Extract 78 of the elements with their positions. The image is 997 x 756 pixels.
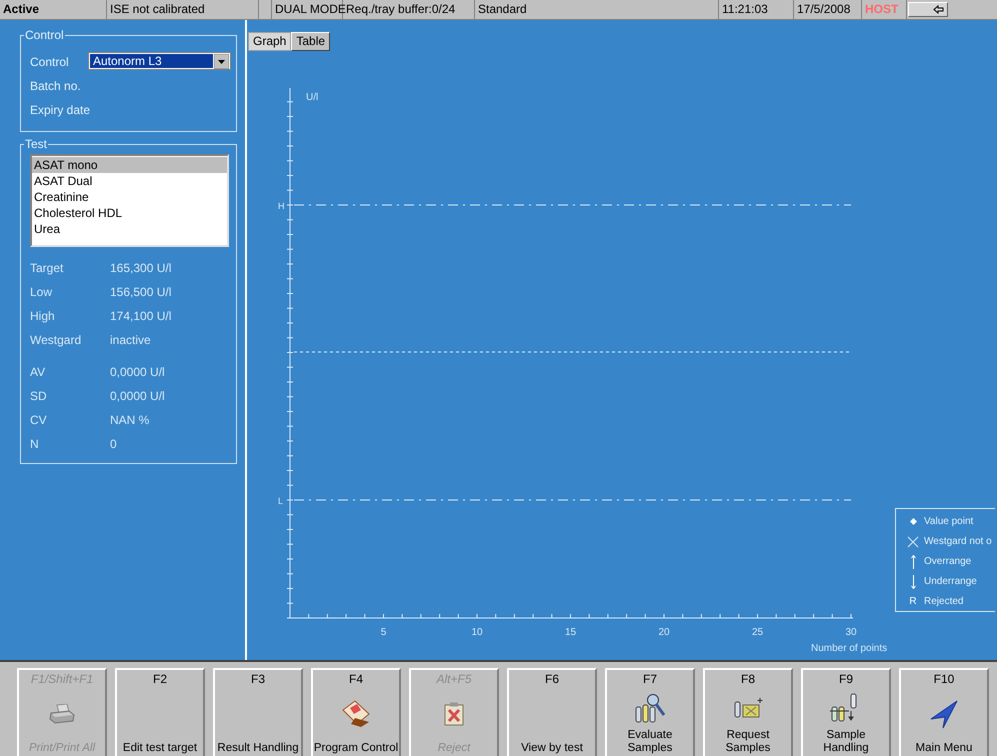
group-title: Control: [24, 28, 65, 42]
test-tube-box-icon: [733, 696, 763, 718]
function-key-button[interactable]: F6 View by test: [507, 668, 597, 756]
x-tick-label: 20: [658, 627, 670, 638]
cross-icon: [907, 536, 919, 548]
field-label: SD: [30, 388, 48, 405]
button-label: Edit test target: [122, 742, 198, 756]
field-label: Control: [30, 54, 69, 71]
key-label: F9: [838, 672, 853, 686]
function-key-button[interactable]: F8 Request Samples: [703, 668, 793, 756]
field-label: CV: [30, 412, 48, 429]
function-key-button[interactable]: F7 Evaluate Samples: [605, 668, 695, 756]
field-label: Target: [30, 260, 64, 277]
legend-label: Value point: [924, 515, 974, 529]
legend-label: Overrange: [924, 555, 972, 569]
key-label: F7: [642, 672, 657, 686]
key-label: F3: [250, 672, 265, 686]
test-tubes-magnifier-icon: [633, 692, 667, 722]
x-tick-label: 5: [380, 627, 386, 638]
limit-label: L: [278, 496, 284, 506]
field-value: 156,500 U/l: [110, 284, 172, 301]
x-tick-label: 30: [845, 627, 857, 638]
function-key-button[interactable]: F10 Main Menu: [899, 668, 989, 756]
tab[interactable]: Table: [291, 32, 330, 51]
field-label: High: [30, 308, 56, 325]
field-label: N: [30, 436, 40, 453]
logout-button[interactable]: [908, 2, 948, 17]
legend-label: Underrange: [924, 575, 977, 589]
function-key-button[interactable]: F4 Program Control: [311, 668, 401, 756]
printer-icon: [49, 704, 75, 724]
test-list-item[interactable]: ASAT mono: [32, 157, 227, 173]
field-value: 165,300 U/l: [110, 260, 172, 277]
key-label: F2: [152, 672, 167, 686]
up-arrow-icon: [910, 554, 916, 568]
button-label: Result Handling: [216, 742, 300, 756]
x-tick-label: 15: [564, 627, 576, 638]
control-dropdown[interactable]: Autonorm L3: [88, 52, 231, 70]
field-label: Low: [30, 284, 54, 301]
button-label: Evaluate Samples: [626, 729, 674, 756]
x-tick-label: 10: [471, 627, 483, 638]
x-axis-title: Number of points: [811, 643, 888, 654]
function-key-button[interactable]: F9 Sample Handling: [801, 668, 891, 756]
button-label: Program Control: [313, 742, 399, 756]
field-value: inactive: [110, 332, 151, 349]
x-tick-label: 25: [752, 627, 764, 638]
dropdown-arrow-icon: [214, 54, 229, 68]
function-key-button[interactable]: F2 Edit test target: [115, 668, 205, 756]
field-label: Batch no.: [30, 78, 82, 95]
group-title: Test: [24, 137, 48, 151]
diamond-icon: [910, 518, 916, 525]
key-label: F8: [740, 672, 755, 686]
field-label: Westgard: [30, 332, 82, 349]
y-axis-title: U/l: [306, 92, 318, 103]
button-label: Request Samples: [724, 729, 772, 756]
key-label: F4: [348, 672, 363, 686]
limit-label: H: [278, 201, 284, 211]
dropdown-value: Autonorm L3: [90, 54, 213, 68]
reject-clipboard-icon: [444, 702, 464, 726]
arrow-icon: [933, 5, 944, 14]
legend-symbol: R: [909, 595, 917, 609]
button-label: Main Menu: [914, 742, 974, 756]
function-key-button[interactable]: F3 Result Handling: [213, 668, 303, 756]
field-label: AV: [30, 364, 46, 381]
navigation-arrow-icon: [929, 699, 959, 729]
legend-label: Westgard not o: [924, 535, 992, 549]
tab[interactable]: Graph: [248, 32, 292, 51]
field-value: 0,0000 U/l: [110, 388, 165, 405]
field-value: NAN %: [110, 412, 150, 429]
legend-label: Rejected: [924, 595, 964, 609]
field-label: Expiry date: [30, 102, 90, 119]
key-label: F6: [544, 672, 559, 686]
down-arrow-icon: [910, 574, 916, 588]
field-value: 174,100 U/l: [110, 308, 172, 325]
key-label: F10: [934, 672, 954, 686]
button-label: View by test: [520, 742, 584, 756]
field-value: 0: [110, 436, 117, 453]
button-label: Sample Handling: [822, 729, 870, 756]
field-value: 0,0000 U/l: [110, 364, 165, 381]
